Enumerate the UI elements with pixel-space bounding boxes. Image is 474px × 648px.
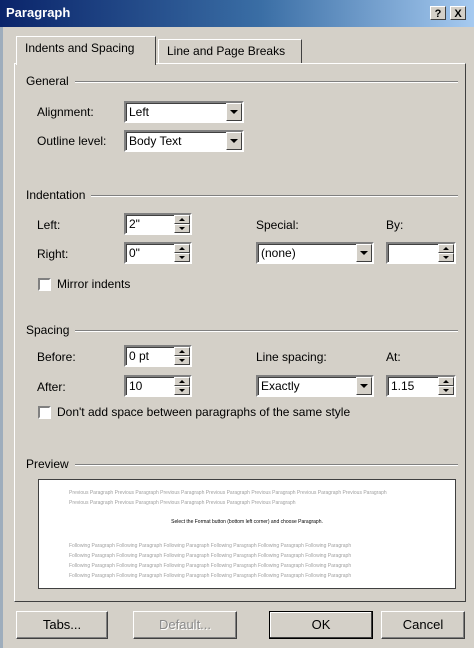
general-divider <box>26 81 458 83</box>
alignment-select[interactable]: Left <box>124 101 244 123</box>
special-value: (none) <box>261 246 296 260</box>
special-select[interactable]: (none) <box>256 242 374 264</box>
spin-down-icon[interactable] <box>174 224 190 233</box>
tabs-button[interactable]: Tabs... <box>16 611 108 639</box>
ok-button[interactable]: OK <box>269 611 373 639</box>
outline-level-label: Outline level: <box>37 134 107 148</box>
spin-down-icon[interactable] <box>438 386 454 395</box>
indentation-group-label: Indentation <box>26 188 92 202</box>
spin-down-icon[interactable] <box>174 356 190 365</box>
spin-up-icon[interactable] <box>174 377 190 386</box>
cancel-button[interactable]: Cancel <box>381 611 465 639</box>
chevron-down-icon[interactable] <box>226 132 242 150</box>
spin-up-icon[interactable] <box>174 215 190 224</box>
before-value: 0 pt <box>129 349 150 363</box>
tab-indents-and-spacing[interactable]: Indents and Spacing <box>16 36 156 65</box>
preview-previous-line: Previous Paragraph Previous Paragraph Pr… <box>69 490 387 496</box>
left-indent-value: 2" <box>129 217 140 231</box>
preview-group-label: Preview <box>26 457 75 471</box>
left-indent-label: Left: <box>37 218 61 232</box>
at-spinner[interactable]: 1.15 <box>386 375 456 397</box>
chevron-down-icon[interactable] <box>356 377 372 395</box>
default-button[interactable]: Default... <box>133 611 237 639</box>
after-value: 10 <box>129 379 143 393</box>
chevron-down-icon[interactable] <box>226 103 242 121</box>
before-label: Before: <box>37 350 76 364</box>
preview-sample-text: Select the Format button (bottom left co… <box>171 519 323 525</box>
tab-line-and-page-breaks[interactable]: Line and Page Breaks <box>158 39 302 63</box>
preview-following-line: Following Paragraph Following Paragraph … <box>69 563 352 569</box>
preview-pane: Previous Paragraph Previous Paragraph Pr… <box>38 479 456 589</box>
after-spinner[interactable]: 10 <box>124 375 192 397</box>
help-button[interactable]: ? <box>430 6 446 20</box>
spin-down-icon[interactable] <box>174 253 190 262</box>
tab-label: Indents and Spacing <box>25 41 135 55</box>
preview-previous-line: Previous Paragraph Previous Paragraph Pr… <box>69 500 296 506</box>
mirror-indents-label[interactable]: Mirror indents <box>57 277 130 291</box>
spin-up-icon[interactable] <box>438 244 454 253</box>
at-label: At: <box>386 350 401 364</box>
outline-level-value: Body Text <box>129 134 182 148</box>
by-label: By: <box>386 218 404 232</box>
dialog-title: Paragraph <box>6 5 71 20</box>
spin-up-icon[interactable] <box>174 347 190 356</box>
spacing-divider <box>26 330 458 332</box>
title-bar[interactable] <box>0 0 474 27</box>
spin-up-icon[interactable] <box>438 377 454 386</box>
tab-label: Line and Page Breaks <box>167 44 286 58</box>
chevron-down-icon[interactable] <box>356 244 372 262</box>
right-indent-label: Right: <box>37 247 69 261</box>
preview-following-line: Following Paragraph Following Paragraph … <box>69 553 352 559</box>
before-spinner[interactable]: 0 pt <box>124 345 192 367</box>
line-spacing-value: Exactly <box>261 379 300 393</box>
by-spinner[interactable] <box>386 242 456 264</box>
preview-following-line: Following Paragraph Following Paragraph … <box>69 543 352 549</box>
dont-add-space-label[interactable]: Don't add space between paragraphs of th… <box>57 405 350 419</box>
right-indent-value: 0" <box>129 246 140 260</box>
left-indent-spinner[interactable]: 2" <box>124 213 192 235</box>
general-group-label: General <box>26 74 75 88</box>
close-button[interactable]: X <box>450 6 466 20</box>
right-indent-spinner[interactable]: 0" <box>124 242 192 264</box>
preview-following-line: Following Paragraph Following Paragraph … <box>69 573 352 579</box>
outline-level-select[interactable]: Body Text <box>124 130 244 152</box>
line-spacing-label: Line spacing: <box>256 350 327 364</box>
spacing-group-label: Spacing <box>26 323 76 337</box>
at-value: 1.15 <box>391 379 415 393</box>
spin-down-icon[interactable] <box>438 253 454 262</box>
special-label: Special: <box>256 218 299 232</box>
preview-divider <box>26 464 458 466</box>
spin-up-icon[interactable] <box>174 244 190 253</box>
dont-add-space-checkbox[interactable] <box>38 406 51 419</box>
spin-down-icon[interactable] <box>174 386 190 395</box>
after-label: After: <box>37 380 66 394</box>
mirror-indents-checkbox[interactable] <box>38 278 51 291</box>
line-spacing-select[interactable]: Exactly <box>256 375 374 397</box>
alignment-label: Alignment: <box>37 105 94 119</box>
alignment-value: Left <box>129 105 150 119</box>
window-edge <box>0 27 3 648</box>
